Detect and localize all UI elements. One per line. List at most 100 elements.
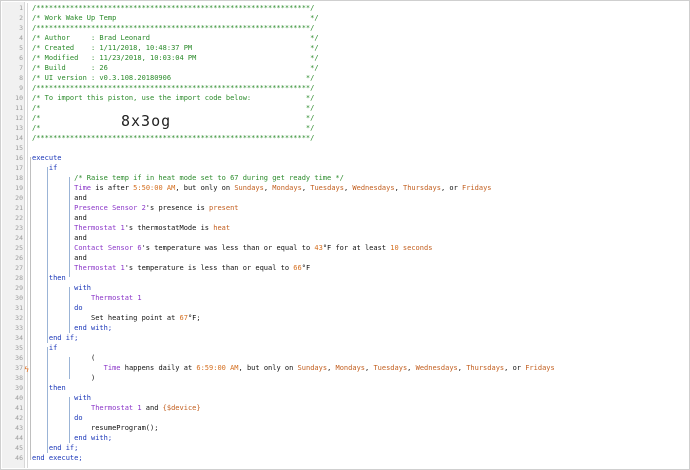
code-token: ,	[457, 364, 467, 372]
code-token: , or	[504, 364, 526, 372]
code-token: /***************************************…	[32, 84, 315, 92]
lightning-bolt-icon: ϟ	[24, 365, 30, 374]
line-number: 19	[15, 184, 23, 192]
code-line: /* To import this piston, use the import…	[32, 93, 314, 103]
code-token: , but only on	[175, 184, 235, 192]
line-number: 10	[15, 94, 23, 102]
code-token: Wednesdays	[352, 184, 395, 192]
code-token: /* Created : 1/11/2018, 10:48:37 PM */	[32, 44, 319, 52]
line-number: 5	[19, 44, 23, 52]
code-line: do	[32, 413, 83, 423]
code-line: Set heating point at 67°F;	[32, 313, 201, 323]
line-number: 36	[15, 354, 23, 362]
code-line: if	[32, 163, 57, 173]
code-area: 1 /**************************************…	[1, 1, 689, 469]
code-token: 6:59:00 AM	[196, 364, 239, 372]
code-token: Time	[32, 184, 92, 192]
line-number: 42	[15, 414, 23, 422]
line-number: 16	[15, 154, 23, 162]
line-number: 27	[15, 264, 23, 272]
code-line: Contact Sensor 6's temperature was less …	[32, 243, 432, 253]
code-token: Thermostat 1	[32, 224, 125, 232]
code-line: Presence Sensor 2's presence is present	[32, 203, 239, 213]
code-token: resumeProgram();	[32, 424, 159, 432]
code-token: then	[32, 274, 66, 282]
code-token: Tuesdays	[373, 364, 408, 372]
code-token: /* */	[32, 104, 315, 112]
code-token: ,	[407, 364, 416, 372]
line-number: 14	[15, 134, 23, 142]
code-token: Thermostat 1	[32, 294, 142, 302]
execute-block-rail	[30, 157, 31, 460]
if-block-2-rail	[47, 347, 48, 453]
code-token: (	[32, 354, 96, 362]
line-number: 39	[15, 384, 23, 392]
line-number: 34	[15, 334, 23, 342]
conditions-2-rail	[69, 357, 70, 379]
code-token: /* Build : 26 */	[32, 64, 319, 72]
line-number: 44	[15, 434, 23, 442]
code-token: Sundays	[234, 184, 264, 192]
code-line: /* Raise temp if in heat mode set to 67 …	[32, 173, 344, 183]
code-token: Wednesdays	[415, 364, 458, 372]
if-block-1-rail	[47, 167, 48, 343]
code-token: happens daily at	[120, 364, 197, 372]
code-line: and	[32, 233, 87, 243]
code-token: end with;	[32, 434, 113, 442]
code-token: 43	[314, 244, 323, 252]
code-token: if	[32, 164, 58, 172]
line-number: 37	[15, 364, 23, 372]
with-1-rail	[69, 287, 70, 333]
line-number: 9	[19, 84, 23, 92]
line-number: 22	[15, 214, 23, 222]
code-line: with	[32, 393, 91, 403]
code-token: Presence Sensor 2	[32, 204, 146, 212]
code-line: end if;	[32, 443, 79, 453]
code-token: Set heating point at	[32, 314, 180, 322]
code-token: , or	[440, 184, 463, 192]
code-line: /* */	[32, 113, 314, 123]
code-token: Thursdays	[466, 364, 505, 372]
code-token: Fridays	[462, 184, 492, 192]
code-token: and	[32, 254, 87, 262]
code-token: if	[32, 344, 58, 352]
code-line: (	[32, 353, 95, 363]
code-token: seconds	[402, 244, 433, 252]
code-token: Sundays	[297, 364, 328, 372]
code-line: /***************************************…	[32, 133, 314, 143]
line-number: 35	[15, 344, 23, 352]
conditions-1-rail	[69, 177, 70, 277]
line-number: 21	[15, 204, 23, 212]
line-number: 43	[15, 424, 23, 432]
line-number: 31	[15, 304, 23, 312]
line-number: 40	[15, 394, 23, 402]
code-line: )	[32, 373, 95, 383]
line-number: 45	[15, 444, 23, 452]
code-token: 66	[293, 264, 302, 272]
code-line: and	[32, 193, 87, 203]
code-line: /* Author : Brad Leonard */	[32, 33, 319, 43]
code-token: /* UI version : v0.3.108.20180906 */	[32, 74, 315, 82]
line-number: 20	[15, 194, 23, 202]
code-token: Mondays	[335, 364, 366, 372]
code-token: end if;	[32, 444, 79, 452]
code-line: and	[32, 253, 87, 263]
line-number: 33	[15, 324, 23, 332]
code-token: end if;	[32, 334, 79, 342]
code-token: /* */	[32, 124, 315, 132]
import-code: 8x3og	[121, 112, 172, 130]
code-token: Thermostat 1	[32, 404, 142, 412]
line-number: 18	[15, 174, 23, 182]
code-line: Time is after 5:50:00 AM, but only on Su…	[32, 183, 492, 193]
code-token: 10	[390, 244, 399, 252]
code-line: /* */	[32, 103, 314, 113]
code-token: , but only on	[238, 364, 298, 372]
code-token: present	[209, 204, 239, 212]
code-token: Tuesdays	[310, 184, 344, 192]
code-token: /* Modified : 11/23/2018, 10:03:04 PM */	[32, 54, 319, 62]
code-token: /* Author : Brad Leonard */	[32, 34, 319, 42]
code-token: do	[32, 414, 83, 422]
code-line: /* Build : 26 */	[32, 63, 319, 73]
code-line: Time happens daily at 6:59:00 AM, but on…	[32, 363, 555, 373]
code-line: /* Created : 1/11/2018, 10:48:37 PM */	[32, 43, 319, 53]
